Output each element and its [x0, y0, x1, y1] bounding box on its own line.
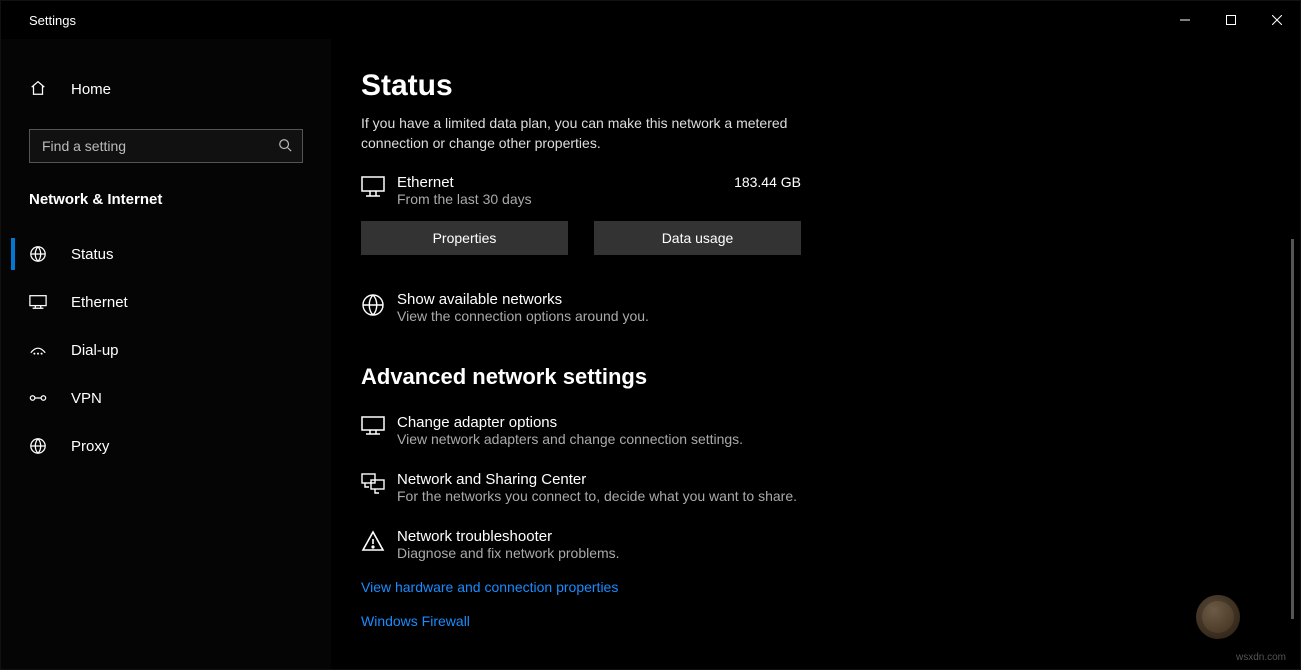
sidebar: Home Network & Internet	[1, 39, 331, 669]
troubleshoot-sub: Diagnose and fix network problems.	[397, 545, 620, 561]
show-available-networks[interactable]: Show available networks View the connect…	[361, 291, 961, 324]
nav-home[interactable]: Home	[1, 69, 331, 109]
search-settings[interactable]	[29, 129, 303, 163]
titlebar: Settings	[1, 1, 1300, 39]
network-sub: From the last 30 days	[397, 191, 532, 207]
properties-button[interactable]: Properties	[361, 221, 568, 255]
sidebar-item-ethernet[interactable]: Ethernet	[1, 278, 331, 326]
titlebar-title: Settings	[29, 13, 76, 28]
close-button[interactable]	[1254, 1, 1300, 39]
sidebar-label-proxy: Proxy	[71, 438, 109, 455]
network-name: Ethernet	[397, 174, 532, 191]
sidebar-item-proxy[interactable]: Proxy	[1, 422, 331, 470]
sharing-title: Network and Sharing Center	[397, 471, 797, 488]
dialup-icon	[29, 343, 47, 357]
sidebar-label-ethernet: Ethernet	[71, 294, 128, 311]
page-mascot-icon	[1196, 595, 1240, 639]
adapter-title: Change adapter options	[397, 414, 743, 431]
sidebar-item-status[interactable]: Status	[1, 230, 331, 278]
sidebar-item-dialup[interactable]: Dial-up	[1, 326, 331, 374]
troubleshoot-title: Network troubleshooter	[397, 528, 620, 545]
network-usage: 183.44 GB	[734, 174, 801, 190]
button-row: Properties Data usage	[361, 221, 801, 255]
sharing-icon	[361, 471, 397, 498]
sidebar-label-dialup: Dial-up	[71, 342, 119, 359]
intro-text: If you have a limited data plan, you can…	[361, 113, 801, 154]
minimize-button[interactable]	[1162, 1, 1208, 39]
scrollbar[interactable]	[1291, 239, 1294, 619]
home-icon	[29, 79, 47, 100]
sidebar-nav: Status Ethernet	[1, 224, 331, 470]
network-troubleshooter[interactable]: Network troubleshooter Diagnose and fix …	[361, 528, 961, 561]
available-sub: View the connection options around you.	[397, 308, 649, 324]
adapter-icon	[361, 414, 397, 439]
home-label: Home	[71, 81, 111, 98]
available-networks-icon	[361, 291, 397, 320]
network-info: Ethernet From the last 30 days	[397, 174, 532, 207]
search-icon	[278, 138, 292, 155]
monitor-icon	[361, 174, 397, 201]
search-input[interactable]	[40, 137, 278, 155]
advanced-heading: Advanced network settings	[361, 364, 1280, 390]
watermark: wsxdn.com	[1236, 652, 1286, 663]
troubleshoot-icon	[361, 528, 397, 555]
link-windows-firewall[interactable]: Windows Firewall	[361, 613, 1280, 629]
settings-window: Settings Home	[0, 0, 1301, 670]
sidebar-section: Network & Internet	[1, 173, 331, 224]
sidebar-label-vpn: VPN	[71, 390, 102, 407]
status-icon	[29, 245, 47, 263]
adapter-sub: View network adapters and change connect…	[397, 431, 743, 447]
available-title: Show available networks	[397, 291, 649, 308]
network-row: Ethernet From the last 30 days 183.44 GB	[361, 174, 801, 207]
maximize-button[interactable]	[1208, 1, 1254, 39]
body: Home Network & Internet	[1, 39, 1300, 669]
link-view-hardware[interactable]: View hardware and connection properties	[361, 579, 1280, 595]
ethernet-icon	[29, 294, 47, 310]
network-sharing-center[interactable]: Network and Sharing Center For the netwo…	[361, 471, 961, 504]
sidebar-item-vpn[interactable]: VPN	[1, 374, 331, 422]
change-adapter-options[interactable]: Change adapter options View network adap…	[361, 414, 961, 447]
main-content: Status If you have a limited data plan, …	[331, 39, 1300, 669]
vpn-icon	[29, 391, 47, 405]
sharing-sub: For the networks you connect to, decide …	[397, 488, 797, 504]
proxy-icon	[29, 437, 47, 455]
page-title: Status	[361, 69, 1280, 103]
sidebar-label-status: Status	[71, 246, 114, 263]
data-usage-button[interactable]: Data usage	[594, 221, 801, 255]
window-controls	[1162, 1, 1300, 39]
